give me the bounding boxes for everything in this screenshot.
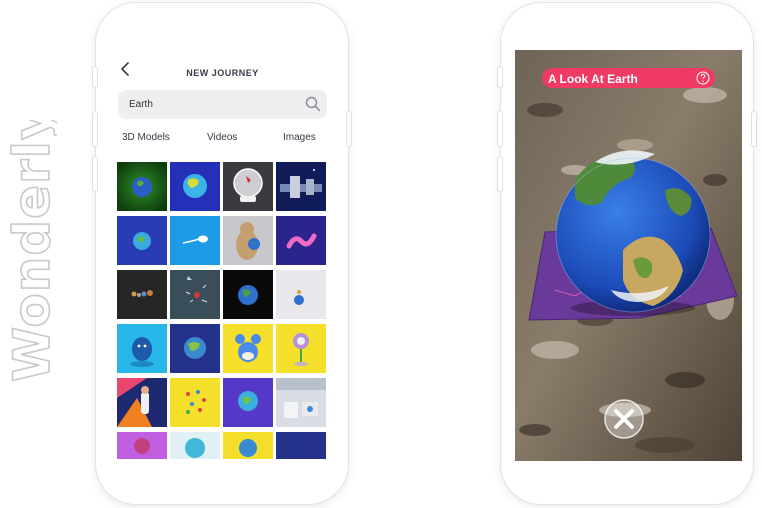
result-space-debris[interactable] xyxy=(170,270,220,319)
close-x-icon[interactable] xyxy=(601,396,647,442)
tab-images[interactable]: Images xyxy=(283,132,316,143)
result-earth-blue[interactable] xyxy=(117,216,167,265)
result-earth-blue-glow[interactable] xyxy=(170,162,220,211)
ar-title-bar: A Look At Earth xyxy=(542,68,715,88)
result-marill-pokemon[interactable] xyxy=(223,324,273,373)
question-circle-icon[interactable] xyxy=(696,71,710,85)
ar-view-screen: A Look At Earth xyxy=(515,50,742,461)
nav-bar: NEW JOURNEY xyxy=(117,50,328,86)
volume-down-button xyxy=(497,156,503,192)
tab-3d-models[interactable]: 3D Models xyxy=(122,132,170,143)
mute-switch xyxy=(92,66,98,88)
search-value: Earth xyxy=(129,99,153,110)
result-small-figure[interactable] xyxy=(276,270,326,319)
power-button xyxy=(346,111,352,147)
content-tabs: 3D Models Videos Images xyxy=(117,132,328,150)
result-blue-creature[interactable] xyxy=(117,324,167,373)
result-earth-purple[interactable] xyxy=(223,378,273,427)
tab-videos[interactable]: Videos xyxy=(207,132,237,143)
phone-right: A Look At Earth xyxy=(497,3,757,504)
app-showcase: Wonderly NEW JOURNEY Earth 3D Models Vid… xyxy=(0,0,762,508)
result-cyan-thumb[interactable] xyxy=(170,432,220,459)
result-snow-globe[interactable] xyxy=(223,162,273,211)
result-light-bulb[interactable] xyxy=(170,216,220,265)
search-screen: NEW JOURNEY Earth 3D Models Videos Image… xyxy=(117,50,328,459)
result-earth-black-bg[interactable] xyxy=(223,270,273,319)
result-solar-system[interactable] xyxy=(117,270,167,319)
result-earth-dark-green[interactable] xyxy=(117,162,167,211)
result-flower-lamp[interactable] xyxy=(276,324,326,373)
power-button xyxy=(751,111,757,147)
phone-left: NEW JOURNEY Earth 3D Models Videos Image… xyxy=(92,3,352,504)
volume-up-button xyxy=(497,111,503,147)
result-purple-thumb[interactable] xyxy=(117,432,167,459)
search-input[interactable]: Earth xyxy=(118,90,327,119)
result-space-station[interactable] xyxy=(276,162,326,211)
search-icon[interactable] xyxy=(305,96,321,112)
brand-wordmark: Wonderly xyxy=(5,120,57,383)
result-pink-worm[interactable] xyxy=(276,216,326,265)
mute-switch xyxy=(497,66,503,88)
volume-up-button xyxy=(92,111,98,147)
page-title: NEW JOURNEY xyxy=(186,68,259,78)
result-beaver-holding-earth[interactable] xyxy=(223,216,273,265)
brand-name: Wonderly xyxy=(5,120,57,382)
ar-title: A Look At Earth xyxy=(548,72,638,86)
result-rocket-character[interactable] xyxy=(117,378,167,427)
result-lab-room[interactable] xyxy=(276,378,326,427)
result-yellow-thumb[interactable] xyxy=(223,432,273,459)
result-navy-thumb[interactable] xyxy=(276,432,326,459)
result-earth-navy[interactable] xyxy=(170,324,220,373)
volume-down-button xyxy=(92,156,98,192)
result-yellow-pattern[interactable] xyxy=(170,378,220,427)
